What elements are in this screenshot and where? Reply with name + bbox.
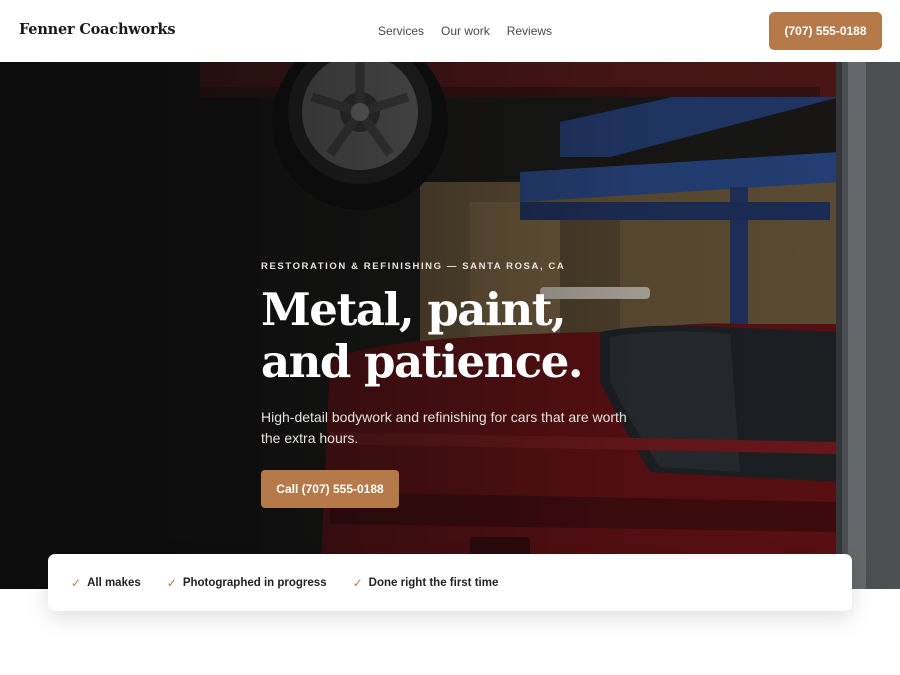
hero-title: Metal, paint, and patience. <box>261 284 681 388</box>
feature-label: Photographed in progress <box>182 576 327 589</box>
nav-link-services[interactable]: Services <box>378 24 424 38</box>
hero-subtitle: High-detail bodywork and refinishing for… <box>261 409 627 446</box>
hero-title-line-2: and patience. <box>261 335 584 388</box>
site-header: Fenner Coachworks Services Our work Revi… <box>0 0 900 62</box>
check-icon: ✓ <box>352 575 363 590</box>
check-icon: ✓ <box>166 575 177 590</box>
hero-eyebrow: RESTORATION & REFINISHING — SANTA ROSA, … <box>261 261 566 272</box>
feature-label: All makes <box>87 576 141 589</box>
hero-section: RESTORATION & REFINISHING — SANTA ROSA, … <box>0 62 900 589</box>
brand-logo[interactable]: Fenner Coachworks <box>19 21 176 38</box>
main-nav: Services Our work Reviews <box>378 24 552 38</box>
feature-item: ✓ Photographed in progress <box>167 576 327 590</box>
nav-link-reviews[interactable]: Reviews <box>507 24 552 38</box>
hero-call-button[interactable]: Call (707) 555-0188 <box>261 470 399 508</box>
feature-label: Done right the first time <box>368 576 499 589</box>
feature-item: ✓ All makes <box>71 576 141 590</box>
feature-item: ✓ Done right the first time <box>353 576 499 590</box>
hero-title-line-1: Metal, paint, <box>261 283 567 336</box>
feature-bar: ✓ All makes ✓ Photographed in progress ✓… <box>48 554 852 611</box>
header-phone-button[interactable]: (707) 555-0188 <box>769 12 882 50</box>
nav-link-our-work[interactable]: Our work <box>441 24 490 38</box>
check-icon: ✓ <box>71 575 82 590</box>
